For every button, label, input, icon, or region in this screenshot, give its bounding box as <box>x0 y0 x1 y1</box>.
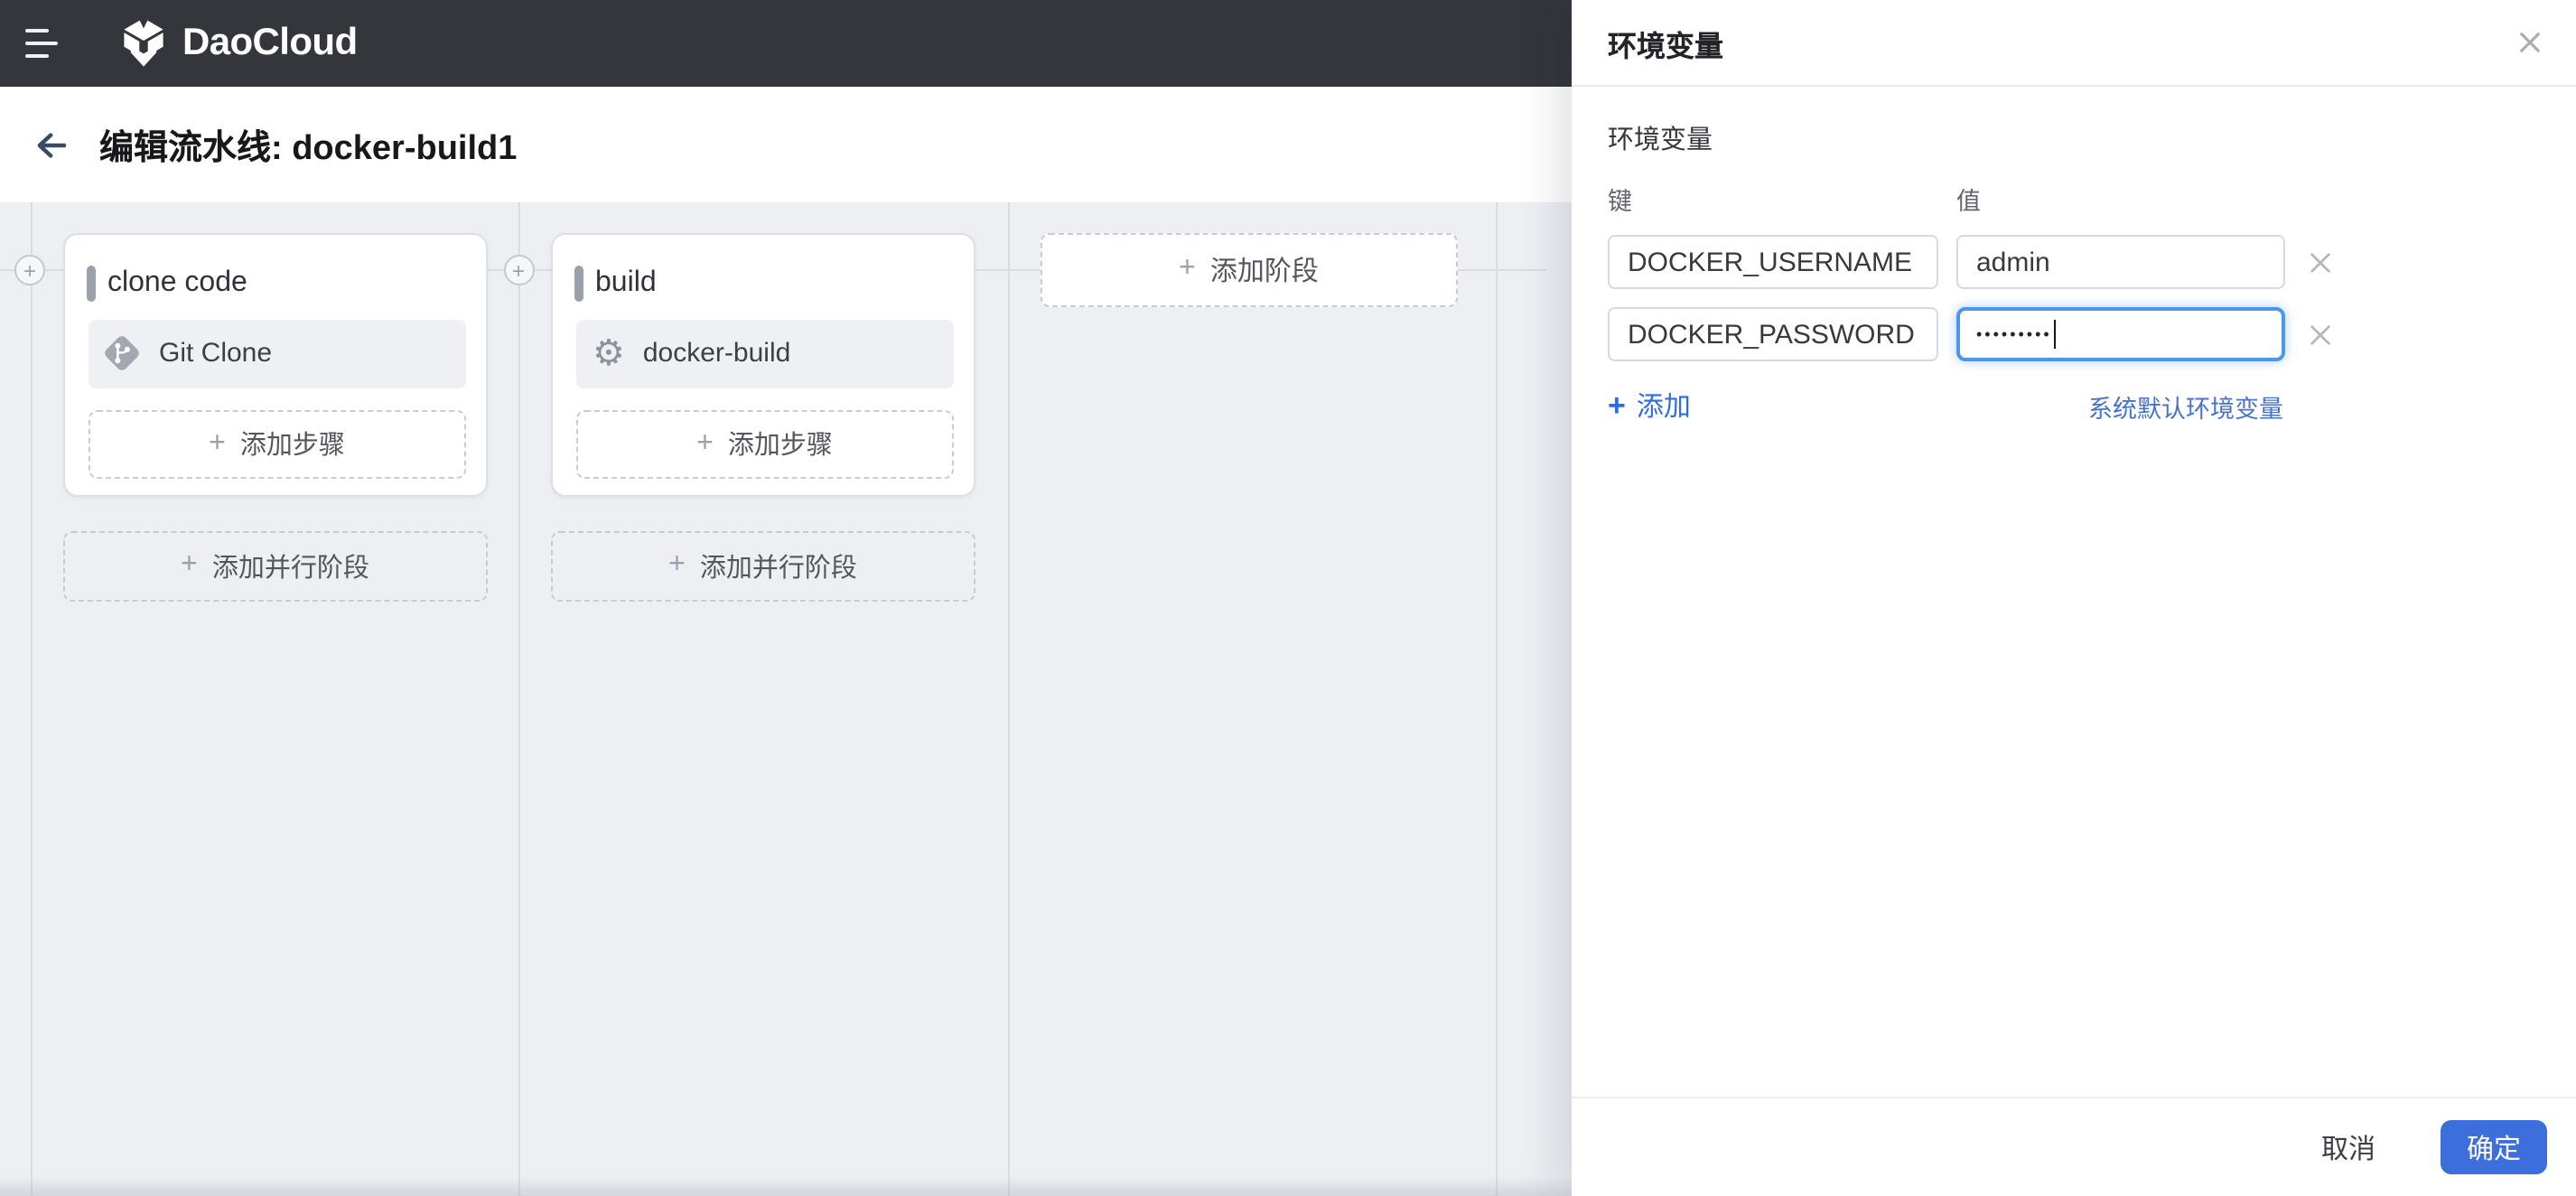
key-column-header: 键 <box>1608 188 1632 215</box>
env-variables-drawer: 环境变量 环境变量 键 值 DOCKER_USERNAME admin DOCK… <box>1572 0 2576 1196</box>
env-row: ••••••••• <box>1608 307 2540 361</box>
stage-card-clone-code: clone code Git Clone + 添加步骤 <box>62 232 488 496</box>
add-parallel-stage-label: 添加并行阶段 <box>211 554 369 584</box>
system-default-env-link[interactable]: 系统默认环境变量 <box>2088 388 2283 424</box>
add-env-variable-link[interactable]: + 添加 <box>1608 387 1691 425</box>
app-root: DaoCloud 编辑流水线: docker-build1 + + clone … <box>0 0 2576 1196</box>
masked-password-value: ••••••••• <box>1976 324 2052 342</box>
add-step-label: 添加步骤 <box>239 432 345 461</box>
brand-logo: DaoCloud <box>119 16 358 70</box>
text-cursor <box>2053 320 2057 349</box>
grid-line <box>30 202 32 1196</box>
grid-line <box>1007 202 1009 1196</box>
add-parallel-stage-label: 添加并行阶段 <box>699 554 857 584</box>
kv-column-headers: 键 值 <box>1608 181 2540 217</box>
step-label: docker-build <box>642 338 791 369</box>
add-step-label: 添加步骤 <box>727 432 833 461</box>
plus-icon: + <box>511 257 525 283</box>
drawer-body: 环境变量 键 值 ••••••••• <box>1572 87 2576 1097</box>
confirm-button[interactable]: 确定 <box>2441 1120 2547 1174</box>
stage-name: clone code <box>107 266 247 297</box>
stage-accent-bar <box>87 265 95 301</box>
hamburger-menu-icon[interactable] <box>25 21 65 67</box>
add-stage-label: 添加阶段 <box>1209 256 1319 287</box>
git-icon <box>102 333 142 373</box>
insert-stage-between-button[interactable]: + <box>503 255 534 285</box>
stage-header: build <box>574 265 949 301</box>
env-links-row: + 添加 系统默认环境变量 <box>1608 387 2283 425</box>
env-value-input-focused[interactable]: ••••••••• <box>1956 307 2285 361</box>
plus-icon: + <box>209 427 226 458</box>
env-key-input[interactable] <box>1608 307 1938 361</box>
grid-line <box>518 202 520 1196</box>
daocloud-cube-icon <box>124 20 163 67</box>
stage-card-build: build ⚙ docker-build + 添加步骤 <box>550 232 975 496</box>
step-docker-build[interactable]: ⚙ docker-build <box>576 319 953 388</box>
env-key-input[interactable] <box>1608 235 1938 289</box>
add-env-label: 添加 <box>1636 392 1691 423</box>
drawer-header: 环境变量 <box>1572 0 2576 87</box>
gear-icon: ⚙ <box>593 333 625 373</box>
cancel-button[interactable]: 取消 <box>2321 1128 2375 1166</box>
close-icon[interactable] <box>2515 28 2543 57</box>
insert-stage-before-button[interactable]: + <box>14 255 45 285</box>
back-arrow-icon[interactable] <box>31 125 70 164</box>
step-git-clone[interactable]: Git Clone <box>89 319 465 388</box>
plus-icon: + <box>23 257 36 283</box>
add-parallel-stage-button[interactable]: + 添加并行阶段 <box>62 530 488 602</box>
plus-icon: + <box>1608 388 1626 423</box>
grid-line <box>1496 202 1498 1196</box>
stage-header: clone code <box>87 265 462 301</box>
add-step-button[interactable]: + 添加步骤 <box>89 409 465 478</box>
stage-accent-bar <box>574 265 583 301</box>
env-section-label: 环境变量 <box>1608 126 1713 155</box>
plus-icon: + <box>1179 253 1196 285</box>
page-title: 编辑流水线: docker-build1 <box>99 129 518 167</box>
plus-icon: + <box>668 549 686 581</box>
stage-name: build <box>595 266 657 297</box>
drawer-title: 环境变量 <box>1608 32 1724 62</box>
add-step-button[interactable]: + 添加步骤 <box>576 409 953 478</box>
drawer-footer: 取消 确定 <box>1572 1097 2576 1196</box>
remove-env-row-icon[interactable] <box>2309 250 2332 274</box>
step-label: Git Clone <box>159 338 273 369</box>
value-column-header: 值 <box>1956 188 1981 215</box>
brand-name: DaoCloud <box>182 22 358 63</box>
plus-icon: + <box>181 549 198 581</box>
env-value-input[interactable] <box>1956 235 2285 289</box>
add-parallel-stage-button[interactable]: + 添加并行阶段 <box>550 530 975 602</box>
plus-icon: + <box>696 427 714 458</box>
remove-env-row-icon[interactable] <box>2309 322 2332 346</box>
env-row <box>1608 235 2540 289</box>
add-stage-button[interactable]: + 添加阶段 <box>1040 232 1458 307</box>
